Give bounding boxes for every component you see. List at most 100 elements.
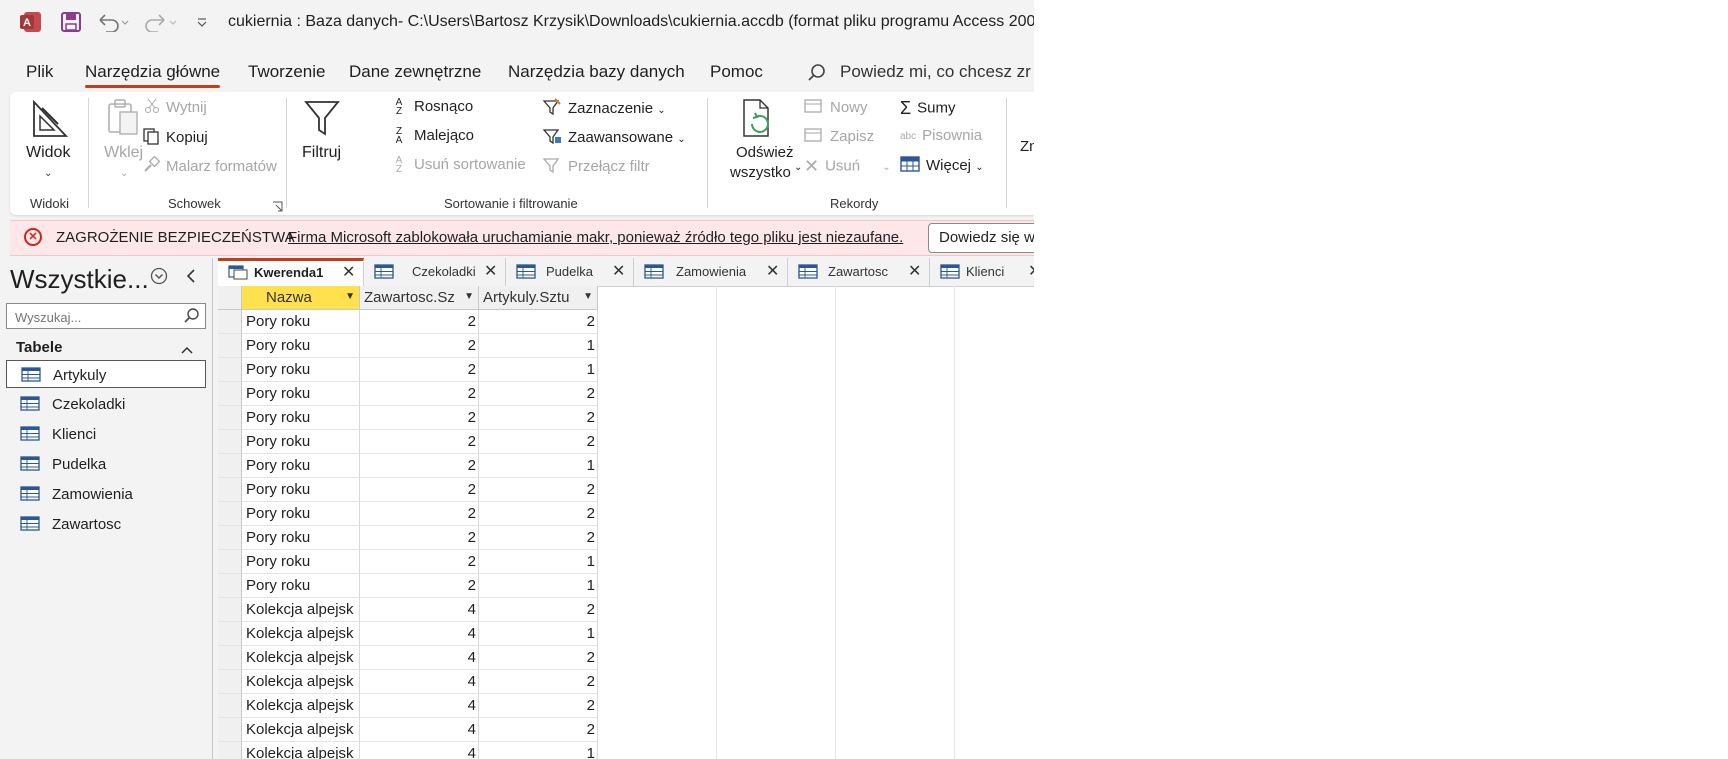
tab-dane-zewnetrzne[interactable]: Dane zewnętrzne [349,62,481,82]
chevron-up-icon[interactable] [180,342,194,360]
nav-pane-title[interactable]: Wszystkie... [10,264,149,295]
column-header-artykuly[interactable]: Artykuly.Sztu ▼ [479,286,598,310]
table-cell[interactable]: 2 [479,718,598,742]
nav-search-input[interactable] [13,305,182,329]
close-icon[interactable]: ✕ [612,261,625,281]
close-icon[interactable]: ✕ [342,262,355,282]
table-cell[interactable]: 1 [479,550,598,574]
copy-button[interactable]: Kopiuj [142,127,208,149]
row-selector[interactable] [218,646,242,670]
table-cell[interactable]: 4 [360,718,479,742]
table-cell[interactable]: Pory roku [242,574,360,598]
table-cell[interactable]: Pory roku [242,382,360,406]
row-selector[interactable] [218,478,242,502]
row-selector[interactable] [218,406,242,430]
row-selector[interactable] [218,334,242,358]
save-record-button[interactable]: Zapisz [804,127,874,147]
row-selector[interactable] [218,622,242,646]
table-cell[interactable]: 2 [479,646,598,670]
table-cell[interactable]: 2 [479,382,598,406]
table-cell[interactable]: 2 [479,478,598,502]
table-cell[interactable]: 2 [479,502,598,526]
table-cell[interactable]: Kolekcja alpejsk [242,598,360,622]
learn-more-button[interactable]: Dowiedz się w [928,223,1034,253]
nav-item-zamowienia[interactable]: Zamowienia [6,480,206,508]
table-cell[interactable]: 2 [479,430,598,454]
nav-item-klienci[interactable]: Klienci [6,420,206,448]
table-cell[interactable]: 1 [479,574,598,598]
table-cell[interactable]: Pory roku [242,406,360,430]
undo-icon[interactable] [96,12,130,37]
cut-button[interactable]: Wytnij [144,98,207,118]
table-cell[interactable]: 2 [479,598,598,622]
row-selector[interactable] [218,670,242,694]
doc-tab-czekoladki[interactable]: Czekoladki ✕ [364,258,506,286]
table-cell[interactable]: Kolekcja alpejsk [242,622,360,646]
doc-tab-klienci[interactable]: Klienci ✕ [930,258,1034,286]
nav-item-czekoladki[interactable]: Czekoladki [6,390,206,418]
row-selector[interactable] [218,310,242,334]
table-cell[interactable]: Pory roku [242,430,360,454]
table-cell[interactable]: Pory roku [242,478,360,502]
delete-record-button[interactable]: ✕ Usuń ⌄ [804,156,891,177]
table-cell[interactable]: 2 [360,502,479,526]
security-message-link[interactable]: Firma Microsoft zablokowała uruchamianie… [288,229,903,246]
table-cell[interactable]: Pory roku [242,358,360,382]
table-cell[interactable]: 1 [479,622,598,646]
select-all-corner[interactable] [218,286,242,310]
table-cell[interactable]: 2 [360,478,479,502]
format-painter-button[interactable]: Malarz formatów [142,155,277,178]
doc-tab-zamowienia[interactable]: Zamowienia ✕ [634,258,788,286]
nav-menu-icon[interactable] [150,267,168,290]
tab-narzedzia-glowne[interactable]: Narzędzia główne [85,62,221,88]
table-cell[interactable]: 1 [479,358,598,382]
nav-item-artykuly[interactable]: Artykuly [6,360,206,388]
dropdown-arrow-icon[interactable]: ▼ [581,291,593,302]
row-selector[interactable] [218,502,242,526]
table-cell[interactable]: Pory roku [242,502,360,526]
table-cell[interactable]: Pory roku [242,526,360,550]
row-selector[interactable] [218,382,242,406]
table-cell[interactable]: Pory roku [242,310,360,334]
row-selector[interactable] [218,454,242,478]
table-cell[interactable]: 2 [360,550,479,574]
sort-descending-button[interactable]: Z A Malejąco [390,127,474,146]
tab-pomoc[interactable]: Pomoc [710,62,763,82]
dialog-launcher-icon[interactable] [272,199,283,217]
nav-item-pudelka[interactable]: Pudelka [6,450,206,478]
table-cell[interactable]: 2 [479,670,598,694]
nav-item-zawartosc[interactable]: Zawartosc [6,510,206,538]
table-cell[interactable]: Pory roku [242,550,360,574]
view-button[interactable]: Widok ⌄ [26,98,72,179]
table-cell[interactable]: 4 [360,694,479,718]
filter-button[interactable]: Filtruj [300,98,344,178]
table-cell[interactable]: 2 [360,430,479,454]
table-cell[interactable]: 1 [479,454,598,478]
table-cell[interactable]: 4 [360,742,479,759]
customize-toolbar-icon[interactable] [196,16,208,34]
close-icon[interactable]: ✕ [484,261,497,281]
close-icon[interactable]: ✕ [766,261,779,281]
close-icon[interactable]: ✕ [908,261,921,281]
table-cell[interactable]: 1 [479,334,598,358]
table-cell[interactable]: Kolekcja alpejsk [242,670,360,694]
search-icon[interactable] [806,62,828,89]
advanced-button[interactable]: Zaawansowane ⌄ [542,127,686,149]
tell-me-field[interactable]: Powiedz mi, co chcesz zr [840,62,1031,82]
doc-tab-kwerenda1[interactable]: Kwerenda1 ✕ [218,258,364,286]
table-cell[interactable]: 4 [360,670,479,694]
doc-tab-pudelka[interactable]: Pudelka ✕ [506,258,634,286]
row-selector[interactable] [218,550,242,574]
tab-plik[interactable]: Plik [26,62,53,82]
row-selector[interactable] [218,358,242,382]
table-cell[interactable]: 1 [479,742,598,759]
table-cell[interactable]: 2 [360,310,479,334]
table-cell[interactable]: Kolekcja alpejsk [242,646,360,670]
table-cell[interactable]: Pory roku [242,454,360,478]
table-cell[interactable]: 4 [360,622,479,646]
table-cell[interactable]: 2 [360,358,479,382]
table-cell[interactable]: 2 [360,334,479,358]
table-cell[interactable]: 2 [479,406,598,430]
find-button[interactable]: Zn [1020,138,1034,155]
row-selector[interactable] [218,526,242,550]
